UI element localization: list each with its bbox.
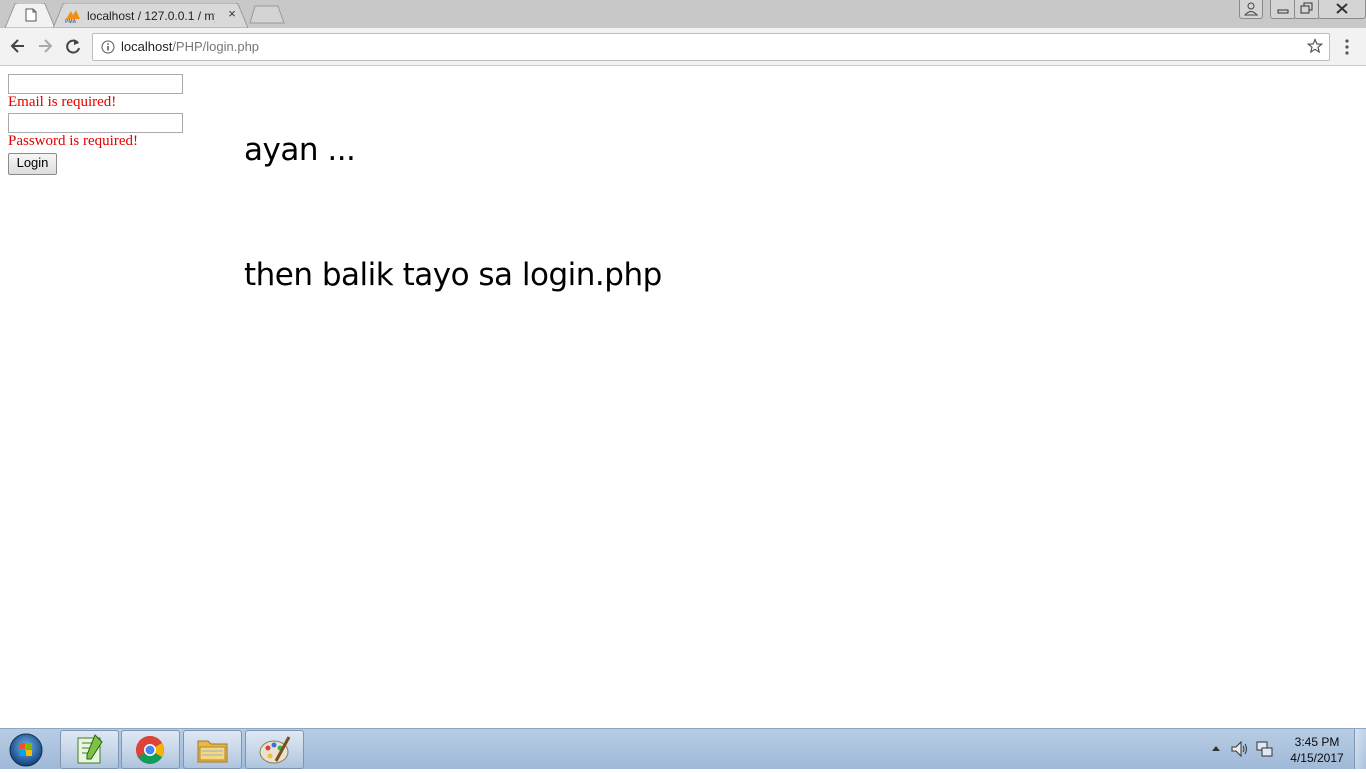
forward-icon[interactable]: [36, 37, 54, 55]
tab-title: localhost / 127.0.0.1 / my: [87, 9, 215, 23]
url-host: localhost: [121, 39, 173, 54]
taskbar-chrome[interactable]: [121, 730, 180, 769]
page-content: Email is required! Password is required!…: [0, 66, 1366, 728]
reload-icon[interactable]: [64, 37, 82, 55]
phpmyadmin-icon: PMA: [65, 10, 80, 23]
chrome-icon: [136, 736, 164, 764]
document-icon: [25, 8, 37, 22]
start-button[interactable]: [5, 730, 47, 768]
windows-taskbar: 3:45 PM 4/15/2017: [0, 728, 1366, 769]
back-icon[interactable]: [9, 37, 27, 55]
info-icon: [101, 40, 115, 54]
email-error: Email is required!: [8, 94, 117, 110]
menu-icon[interactable]: [1340, 38, 1354, 56]
tab-phpmyadmin[interactable]: PMA localhost / 127.0.0.1 / my ×: [53, 3, 248, 28]
file-explorer-icon: [197, 740, 228, 763]
show-hidden-icons-icon[interactable]: [1210, 743, 1222, 753]
new-tab-button[interactable]: [248, 5, 286, 24]
notepad-plus-plus-icon: [77, 734, 103, 764]
taskbar-paint[interactable]: [245, 730, 304, 769]
close-icon: [1336, 3, 1348, 14]
minimize-button[interactable]: [1270, 0, 1296, 19]
clock-date: 4/15/2017: [1290, 751, 1344, 765]
network-icon[interactable]: [1256, 740, 1274, 758]
speaker-icon[interactable]: [1230, 740, 1248, 758]
url-path: /PHP/login.php: [172, 39, 260, 54]
paint-icon: [259, 736, 291, 764]
tab-blank[interactable]: [5, 3, 55, 28]
restore-icon: [1300, 2, 1313, 14]
browser-toolbar: localhost/PHP/login.php: [0, 28, 1366, 66]
profile-button[interactable]: [1239, 0, 1263, 19]
message-text: ayan ...: [244, 132, 356, 168]
message-text: then balik tayo sa login.php: [244, 257, 662, 293]
user-icon: [1243, 2, 1259, 16]
close-icon[interactable]: ×: [224, 6, 240, 22]
restore-button[interactable]: [1294, 0, 1320, 19]
password-error: Password is required!: [8, 133, 138, 149]
show-desktop-button[interactable]: [1354, 729, 1366, 769]
svg-text:PMA: PMA: [65, 19, 77, 23]
address-bar[interactable]: localhost/PHP/login.php: [92, 33, 1330, 61]
clock-time: 3:45 PM: [1294, 735, 1340, 749]
taskbar-clock[interactable]: 3:45 PM 4/15/2017: [1280, 734, 1354, 766]
url-text: localhost/PHP/login.php: [121, 39, 259, 54]
taskbar-notepad-plus-plus[interactable]: [60, 730, 119, 769]
browser-tabstrip: PMA localhost / 127.0.0.1 / my ×: [0, 0, 1366, 28]
password-field[interactable]: [8, 113, 183, 133]
taskbar-file-explorer[interactable]: [183, 730, 242, 769]
login-button[interactable]: Login: [8, 153, 57, 175]
email-field[interactable]: [8, 74, 183, 94]
minimize-icon: [1277, 9, 1289, 14]
star-icon[interactable]: [1307, 38, 1323, 54]
close-window-button[interactable]: [1318, 0, 1366, 19]
